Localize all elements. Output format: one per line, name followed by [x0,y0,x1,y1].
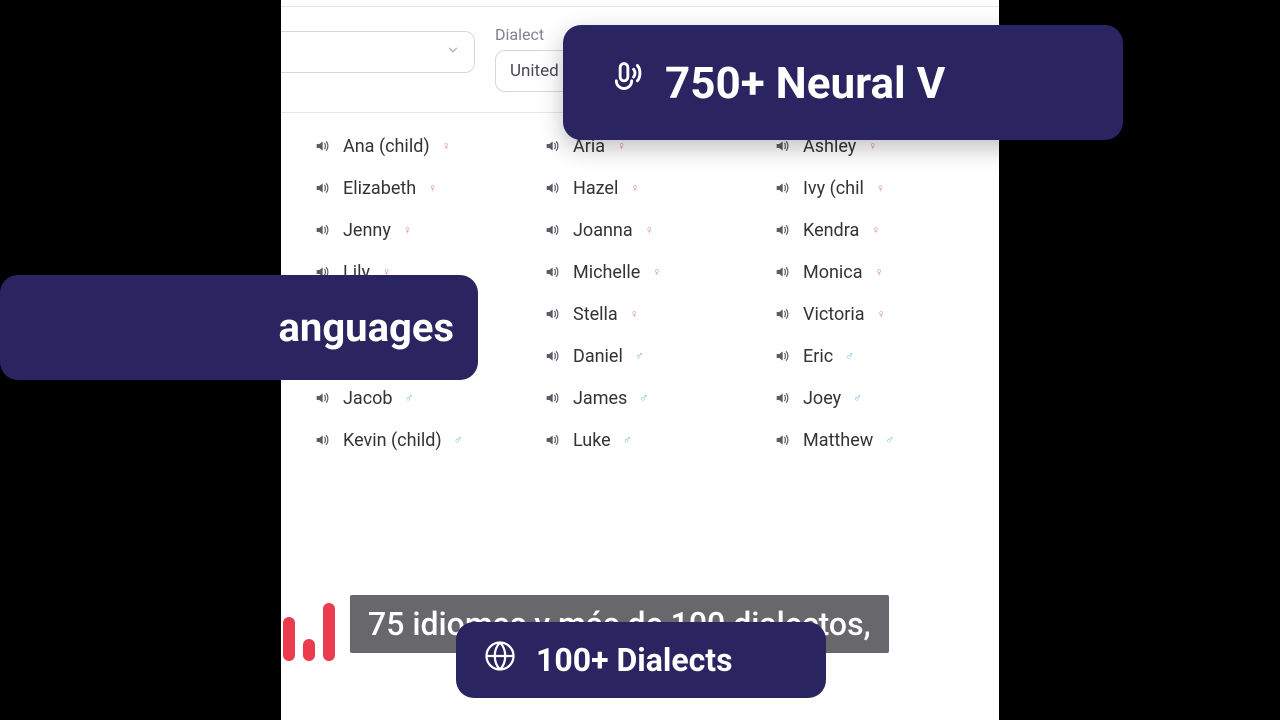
voice-item [543,461,773,503]
voice-item [281,209,313,251]
voice-item[interactable]: Michelle ♀ [543,251,773,293]
gender-icon: ♀ [442,139,451,153]
dialects-badge: 100+ Dialects [456,622,826,698]
voice-item[interactable]: James ♂ [543,377,773,419]
speaker-icon[interactable] [543,137,561,155]
voice-item[interactable]: Eric ♂ [773,335,999,377]
voice-item[interactable]: Jenny ♀ [313,209,543,251]
neural-voices-badge: 750+ Neural V [563,25,1123,140]
speaker-icon[interactable] [313,221,331,239]
voice-name: Kevin (child) [343,430,442,451]
dialects-text: 100+ Dialects [536,641,733,679]
voice-name: Victoria [803,304,865,325]
voice-item[interactable]: el♂ [281,461,313,503]
voice-item[interactable]: Luke ♂ [543,419,773,461]
gender-icon: ♀ [871,223,880,237]
gender-icon: ♂ [853,391,862,405]
speaker-icon[interactable] [773,179,791,197]
speaker-icon[interactable] [543,347,561,365]
speaker-icon[interactable] [543,263,561,281]
voice-name: Kendra [803,220,859,241]
gender-icon: ♀ [868,139,877,153]
voice-item[interactable]: Daniel ♂ [543,335,773,377]
gender-icon: ♀ [428,181,437,195]
voice-item[interactable]: Ivy (chil ♀ [773,167,999,209]
voice-item[interactable]: Stella ♀ [543,293,773,335]
voice-item[interactable]: Kendra ♀ [773,209,999,251]
speaker-icon[interactable] [543,305,561,323]
voice-name: Jacob [343,388,393,409]
voice-icon [601,54,647,111]
language-dropdown[interactable] [281,31,475,73]
gender-icon: ♂ [845,349,854,363]
gender-icon: ♀ [645,223,654,237]
globe-icon [482,638,518,682]
neural-voices-text: 750+ Neural V [665,57,945,109]
gender-icon: ♂ [405,391,414,405]
speaker-icon[interactable] [773,263,791,281]
voice-name: Matthew [803,430,873,451]
gender-icon: ♀ [630,307,639,321]
speaker-icon[interactable] [313,431,331,449]
voice-item[interactable]: Elizabeth ♀ [313,167,543,209]
voice-name: Stella [573,304,618,325]
speaker-icon[interactable] [543,389,561,407]
speaker-icon[interactable] [773,431,791,449]
speaker-icon[interactable] [313,137,331,155]
gender-icon: ♂ [885,433,894,447]
speaker-icon[interactable] [773,389,791,407]
voice-name: Joanna [573,220,633,241]
gender-icon: ♂ [623,433,632,447]
speaker-icon[interactable] [543,179,561,197]
voice-name: Monica [803,262,863,283]
voice-name: Eric [803,346,833,367]
gender-icon: ♀ [875,265,884,279]
voice-name: Luke [573,430,611,451]
gender-icon: ♀ [617,139,626,153]
voice-name: Michelle [573,262,640,283]
voice-name: Hazel [573,178,618,199]
voice-item[interactable]: Joey ♂ [773,377,999,419]
voice-item [313,461,543,503]
gender-icon: ♂ [635,349,644,363]
voice-name: Joey [803,388,841,409]
voice-item[interactable]: Victoria ♀ [773,293,999,335]
speaker-icon[interactable] [773,347,791,365]
speaker-icon[interactable] [313,389,331,407]
speaker-icon[interactable] [773,305,791,323]
gender-icon: ♀ [877,307,886,321]
voice-item[interactable]: Kevin (child) ♂ [313,419,543,461]
gender-icon: ♀ [652,265,661,279]
voice-name: Jenny [343,220,391,241]
languages-text: anguages [279,304,455,351]
gender-icon: ♂ [454,433,463,447]
gender-icon: ♀ [630,181,639,195]
voice-item[interactable]: Ana (child) ♀ [313,125,543,167]
gender-icon: ♂ [639,391,648,405]
voice-item[interactable]: Joanna ♀ [543,209,773,251]
voice-item [773,461,999,503]
voice-item[interactable]: in (child)♂ [281,419,313,461]
voice-item[interactable]: Hazel ♀ [543,167,773,209]
voice-name: Ivy (chil [803,178,864,199]
speaker-icon[interactable] [543,221,561,239]
chevron-down-icon [446,42,460,62]
speaker-icon[interactable] [313,179,331,197]
voice-name: Ana (child) [343,136,430,157]
equalizer-icon [283,603,335,661]
speaker-icon[interactable] [773,221,791,239]
voice-name: Daniel [573,346,623,367]
voice-name: James [573,388,627,409]
speaker-icon[interactable] [543,431,561,449]
voice-name: Elizabeth [343,178,416,199]
voice-item[interactable]: Matthew ♂ [773,419,999,461]
languages-badge: anguages [0,275,478,380]
voice-item [281,167,313,209]
voice-item[interactable]: Jacob ♂ [313,377,543,419]
voice-item[interactable]: ry♂ [281,377,313,419]
voice-item [281,125,313,167]
voice-item[interactable]: Monica ♀ [773,251,999,293]
gender-icon: ♀ [403,223,412,237]
gender-icon: ♀ [876,181,885,195]
